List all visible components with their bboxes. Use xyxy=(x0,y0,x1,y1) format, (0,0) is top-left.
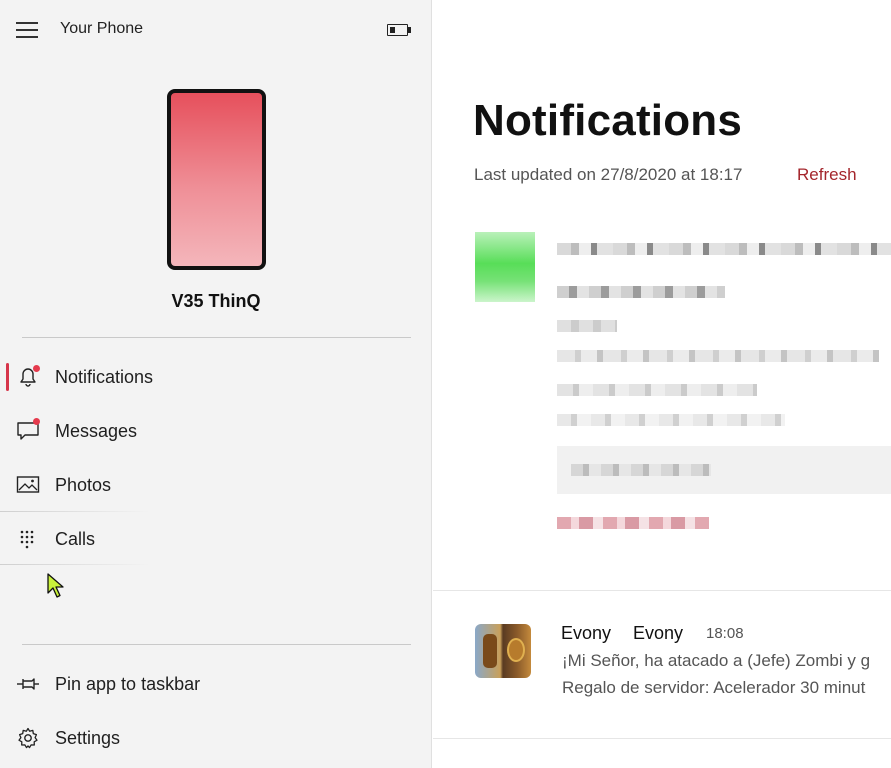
divider xyxy=(0,511,150,512)
last-updated-text: Last updated on 27/8/2020 at 18:17 xyxy=(474,165,743,184)
sidebar-item-photos[interactable]: Photos xyxy=(0,463,432,507)
image-icon xyxy=(16,474,40,496)
refresh-button[interactable]: Refresh xyxy=(797,165,857,185)
blurred-text xyxy=(557,350,879,362)
notification-time: 18:08 xyxy=(706,625,744,642)
phone-image xyxy=(167,89,266,270)
app-title: Your Phone xyxy=(60,20,144,37)
gear-icon xyxy=(16,727,40,749)
divider xyxy=(22,337,411,338)
divider xyxy=(433,590,891,591)
chat-bubble-icon xyxy=(16,418,40,442)
blurred-text xyxy=(557,414,785,426)
active-indicator xyxy=(6,363,9,391)
hamburger-menu-icon[interactable] xyxy=(16,22,38,38)
pin-icon xyxy=(16,673,40,695)
bell-icon xyxy=(16,365,40,388)
divider xyxy=(0,564,150,565)
sidebar-item-label: Calls xyxy=(55,529,96,549)
pin-to-taskbar-button[interactable]: Pin app to taskbar xyxy=(0,662,432,706)
settings-button[interactable]: Settings xyxy=(0,716,432,760)
blurred-link xyxy=(557,517,709,529)
notification-text: ¡Mi Señor, ha atacado a (Jefe) Zombi y g xyxy=(562,651,871,670)
notification-app-name: Evony xyxy=(561,623,612,643)
sidebar-item-messages[interactable]: Messages xyxy=(0,409,432,453)
pin-to-taskbar-label: Pin app to taskbar xyxy=(55,674,201,694)
sidebar-item-calls[interactable]: Calls xyxy=(0,517,432,561)
sidebar-item-notifications[interactable]: Notifications xyxy=(0,355,432,399)
notification-text: Regalo de servidor: Acelerador 30 minut xyxy=(562,678,866,697)
evony-app-icon xyxy=(475,624,531,678)
divider xyxy=(433,738,891,739)
blurred-text xyxy=(557,286,725,298)
notification-title: Evony xyxy=(633,623,684,643)
mouse-cursor-icon xyxy=(46,573,66,599)
blurred-text xyxy=(557,384,757,396)
blurred-app-icon xyxy=(475,232,535,302)
sidebar-item-label: Photos xyxy=(55,475,112,495)
page-title: Notifications xyxy=(473,96,743,145)
blurred-action-box xyxy=(557,446,891,494)
sidebar: Your Phone V35 ThinQ Notifications Messa… xyxy=(0,0,432,768)
divider xyxy=(22,644,411,645)
sidebar-item-label: Notifications xyxy=(55,367,154,387)
blurred-text xyxy=(557,320,617,332)
main-panel: Notifications Last updated on 27/8/2020 … xyxy=(433,0,891,768)
device-name: V35 ThinQ xyxy=(171,291,261,311)
settings-label: Settings xyxy=(55,728,121,748)
sidebar-item-label: Messages xyxy=(55,421,138,441)
dialpad-icon xyxy=(16,528,40,550)
battery-icon xyxy=(387,24,411,36)
blurred-text xyxy=(557,243,891,255)
